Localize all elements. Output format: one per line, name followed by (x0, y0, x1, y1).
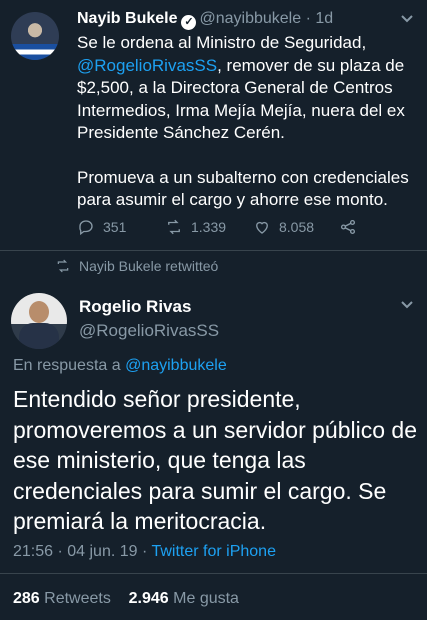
retweet-count: 286 (13, 590, 40, 607)
reply-button[interactable]: 351 (77, 218, 126, 236)
tweet2-time[interactable]: 21:56 · 04 jun. 19 · (13, 543, 151, 560)
tweet2-text: Entendido señor presidente, promoveremos… (13, 386, 417, 534)
chevron-down-icon[interactable] (400, 298, 414, 315)
tweet1-age[interactable]: 1d (315, 10, 333, 27)
divider (0, 573, 427, 574)
tweet1-text: Se le ordena al Ministro de Seguridad, @… (77, 32, 417, 212)
verified-icon: ✓ (181, 15, 197, 30)
retweet-icon (57, 259, 69, 273)
like-icon (256, 221, 268, 234)
retweet-count: 1.339 (191, 219, 227, 235)
reply-count: 351 (103, 219, 127, 235)
retweet-button[interactable]: 1.339 (165, 218, 226, 236)
tweet1-mention[interactable]: @RogelioRivasSS (77, 56, 217, 75)
tweet1-text-part3: Promueva a un subalterno con credenciale… (77, 167, 409, 210)
tweet1-text-part1: Se le ordena al Ministro de Seguridad, (77, 33, 367, 52)
tweet1-header: Nayib Bukele ✓ @nayibbukele · 1d (77, 10, 333, 30)
tweet2-display-name[interactable]: Rogelio Rivas (79, 297, 191, 317)
share-button[interactable] (339, 218, 357, 236)
like-label: Me gusta (173, 590, 239, 607)
tweet2-meta: 21:56 · 04 jun. 19 · Twitter for iPhone (13, 543, 276, 561)
reply-icon (79, 220, 93, 236)
retweet-icon (168, 219, 180, 235)
likes-stat[interactable]: 2.946 Me gusta (129, 590, 239, 607)
tweet2-source[interactable]: Twitter for iPhone (151, 543, 276, 560)
reply-context: En respuesta a @nayibbukele (13, 357, 227, 375)
tweet1-separator: · (305, 10, 311, 27)
retweet-banner: Nayib Bukele retwitteó (55, 258, 218, 274)
share-icon (340, 219, 356, 235)
like-count: 8.058 (279, 219, 315, 235)
avatar-rogelio[interactable] (11, 293, 67, 349)
reply-to-mention[interactable]: @nayibbukele (125, 357, 227, 374)
tweet1-handle[interactable]: @nayibbukele (199, 10, 301, 27)
retweets-stat[interactable]: 286 Retweets (13, 590, 111, 607)
retweet-label: Retweets (44, 590, 111, 607)
retweet-banner-text[interactable]: Nayib Bukele retwitteó (79, 258, 218, 274)
tweet1-actions: 351 1.339 8.058 (77, 218, 377, 238)
tweet2-stats: 286 Retweets 2.946 Me gusta (13, 590, 239, 608)
tweet2-handle[interactable]: @RogelioRivasSS (79, 321, 219, 341)
divider (0, 250, 427, 251)
like-count: 2.946 (128, 590, 169, 607)
avatar-nayib[interactable] (11, 12, 59, 60)
reply-prefix: En respuesta a (13, 357, 121, 374)
like-button[interactable]: 8.058 (253, 218, 314, 236)
tweet1-display-name[interactable]: Nayib Bukele (77, 10, 177, 27)
chevron-down-icon[interactable] (400, 12, 414, 29)
